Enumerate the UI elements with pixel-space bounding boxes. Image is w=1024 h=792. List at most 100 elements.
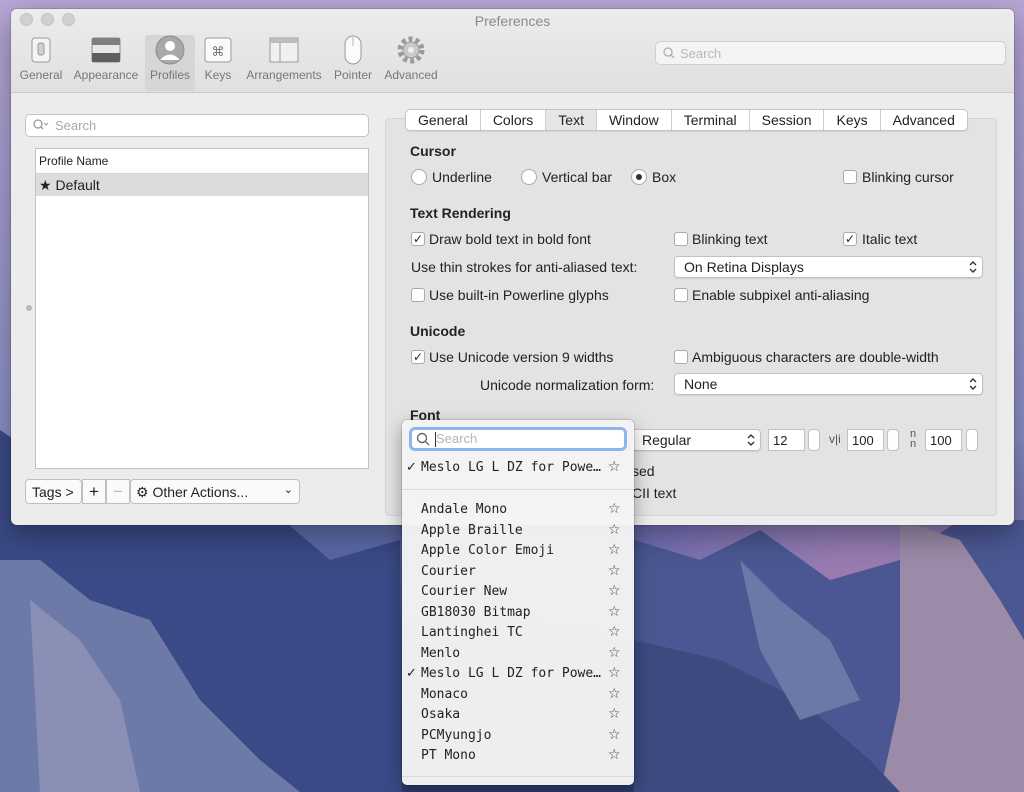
- profile-search-input[interactable]: Search: [25, 114, 369, 137]
- tab-text[interactable]: Text: [546, 110, 597, 130]
- font-name: Monaco: [421, 686, 468, 702]
- unicode-version9-label: Use Unicode version 9 widths: [429, 349, 614, 365]
- font-item[interactable]: ✓ Meslo LG L DZ for Powe… ☆: [402, 665, 634, 685]
- font-name: Osaka: [421, 707, 461, 722]
- thin-strokes-label: Use thin strokes for anti-aliased text:: [411, 259, 638, 275]
- window-title: Preferences: [474, 13, 551, 29]
- toolbar-label: Pointer: [333, 68, 373, 82]
- font-name: Apple Braille: [421, 522, 523, 538]
- font-search-input[interactable]: Search: [409, 427, 627, 451]
- star-outline-icon[interactable]: ☆: [608, 747, 621, 763]
- toolbar-pointer[interactable]: Pointer: [329, 35, 377, 91]
- tab-general[interactable]: General: [406, 110, 481, 130]
- add-profile-button[interactable]: +: [82, 479, 106, 504]
- star-outline-icon[interactable]: ☆: [608, 522, 621, 538]
- toolbar-label: Appearance: [73, 68, 139, 82]
- switch-icon: [31, 37, 51, 63]
- toolbar-keys[interactable]: ⌘ Keys: [199, 35, 237, 91]
- toolbar-general[interactable]: General: [17, 35, 65, 91]
- toolbar-advanced[interactable]: Advanced: [379, 35, 443, 91]
- blinking-cursor-label: Blinking cursor: [862, 169, 954, 185]
- profile-name-column-header[interactable]: Profile Name: [36, 149, 368, 174]
- font-item[interactable]: Osaka ☆: [402, 706, 634, 726]
- gear-icon: ⚙: [136, 484, 149, 500]
- tags-button[interactable]: Tags >: [25, 479, 82, 504]
- toolbar-label: General: [19, 68, 63, 82]
- ambiguous-double-width-checkbox[interactable]: [674, 350, 688, 364]
- tab-advanced[interactable]: Advanced: [881, 110, 967, 130]
- window-icon: [91, 37, 121, 63]
- vertical-bar-radio[interactable]: [521, 169, 537, 185]
- box-label: Box: [652, 169, 677, 185]
- normalization-select[interactable]: None: [674, 373, 983, 395]
- tab-window[interactable]: Window: [597, 110, 672, 130]
- toolbar-search-input[interactable]: Search: [655, 41, 1006, 65]
- tab-terminal[interactable]: Terminal: [672, 110, 750, 130]
- blinking-cursor-checkbox[interactable]: [843, 170, 857, 184]
- font-item[interactable]: Courier New ☆: [402, 583, 634, 603]
- star-outline-icon[interactable]: ☆: [608, 542, 621, 558]
- unicode-version9-checkbox[interactable]: ✓: [411, 350, 425, 364]
- toolbar-arrangements[interactable]: Arrangements: [241, 35, 327, 91]
- tab-keys[interactable]: Keys: [824, 110, 881, 130]
- vertical-spacing-field[interactable]: 100: [925, 429, 962, 451]
- partially-hidden-option-label: CII text: [632, 485, 677, 501]
- font-item[interactable]: Apple Color Emoji ☆: [402, 542, 634, 562]
- italic-text-checkbox[interactable]: ✓: [843, 232, 857, 246]
- menu-separator: [402, 776, 634, 777]
- draw-bold-label: Draw bold text in bold font: [429, 231, 591, 247]
- font-name: PT Mono: [421, 748, 476, 763]
- star-outline-icon[interactable]: ☆: [608, 665, 621, 681]
- underline-label: Underline: [432, 169, 492, 185]
- other-actions-button[interactable]: ⚙ Other Actions... ⌄: [130, 479, 300, 504]
- font-style-select[interactable]: Regular: [632, 429, 761, 451]
- underline-radio[interactable]: [411, 169, 427, 185]
- powerline-checkbox[interactable]: [411, 288, 425, 302]
- checkmark-icon: ✓: [406, 460, 417, 475]
- font-size-stepper[interactable]: [808, 429, 820, 451]
- box-radio[interactable]: [631, 169, 647, 185]
- subpixel-checkbox[interactable]: [674, 288, 688, 302]
- font-item[interactable]: Lantinghei TC ☆: [402, 624, 634, 644]
- vertical-spacing-stepper[interactable]: [966, 429, 978, 451]
- font-name: Andale Mono: [421, 502, 508, 517]
- current-font-item[interactable]: ✓ Meslo LG L DZ for Powe… ☆: [402, 459, 634, 479]
- tab-session[interactable]: Session: [750, 110, 825, 130]
- font-name: Menlo: [421, 645, 461, 661]
- horizontal-spacing-field[interactable]: 100: [847, 429, 884, 451]
- font-item[interactable]: Andale Mono ☆: [402, 501, 634, 521]
- unicode-heading: Unicode: [410, 323, 466, 339]
- split-view-handle[interactable]: [26, 305, 32, 311]
- star-outline-icon[interactable]: ☆: [608, 501, 621, 517]
- font-item[interactable]: Apple Braille ☆: [402, 522, 634, 542]
- star-outline-icon[interactable]: ☆: [608, 645, 621, 661]
- tab-colors[interactable]: Colors: [481, 110, 547, 130]
- star-outline-icon[interactable]: ☆: [608, 563, 621, 579]
- font-size-field[interactable]: 12: [768, 429, 805, 451]
- font-name: Meslo LG L DZ for Powe…: [421, 666, 602, 681]
- thin-strokes-select[interactable]: On Retina Displays: [674, 256, 983, 278]
- star-outline-icon[interactable]: ☆: [608, 583, 621, 599]
- draw-bold-checkbox[interactable]: ✓: [411, 232, 425, 246]
- star-outline-icon[interactable]: ☆: [608, 727, 621, 743]
- font-item[interactable]: PCMyungjo ☆: [402, 727, 634, 747]
- horizontal-spacing-stepper[interactable]: [887, 429, 899, 451]
- blinking-text-checkbox[interactable]: [674, 232, 688, 246]
- font-item[interactable]: Menlo ☆: [402, 645, 634, 665]
- star-outline-icon[interactable]: ☆: [608, 686, 621, 702]
- toolbar-label: Keys: [204, 68, 232, 82]
- font-item[interactable]: Monaco ☆: [402, 686, 634, 706]
- vertical-bar-label: Vertical bar: [542, 169, 613, 185]
- toolbar-profiles[interactable]: Profiles: [145, 35, 195, 91]
- font-item[interactable]: PT Mono ☆: [402, 747, 634, 767]
- toolbar-label: Profiles: [149, 68, 190, 82]
- font-item[interactable]: GB18030 Bitmap ☆: [402, 604, 634, 624]
- star-outline-icon[interactable]: ☆: [608, 624, 621, 640]
- star-outline-icon[interactable]: ☆: [608, 459, 621, 475]
- toolbar-appearance[interactable]: Appearance: [69, 35, 143, 91]
- star-outline-icon[interactable]: ☆: [608, 604, 621, 620]
- remove-profile-button[interactable]: −: [106, 479, 130, 504]
- star-outline-icon[interactable]: ☆: [608, 706, 621, 722]
- profile-row-default[interactable]: ★ Default: [36, 174, 368, 196]
- font-item[interactable]: Courier ☆: [402, 563, 634, 583]
